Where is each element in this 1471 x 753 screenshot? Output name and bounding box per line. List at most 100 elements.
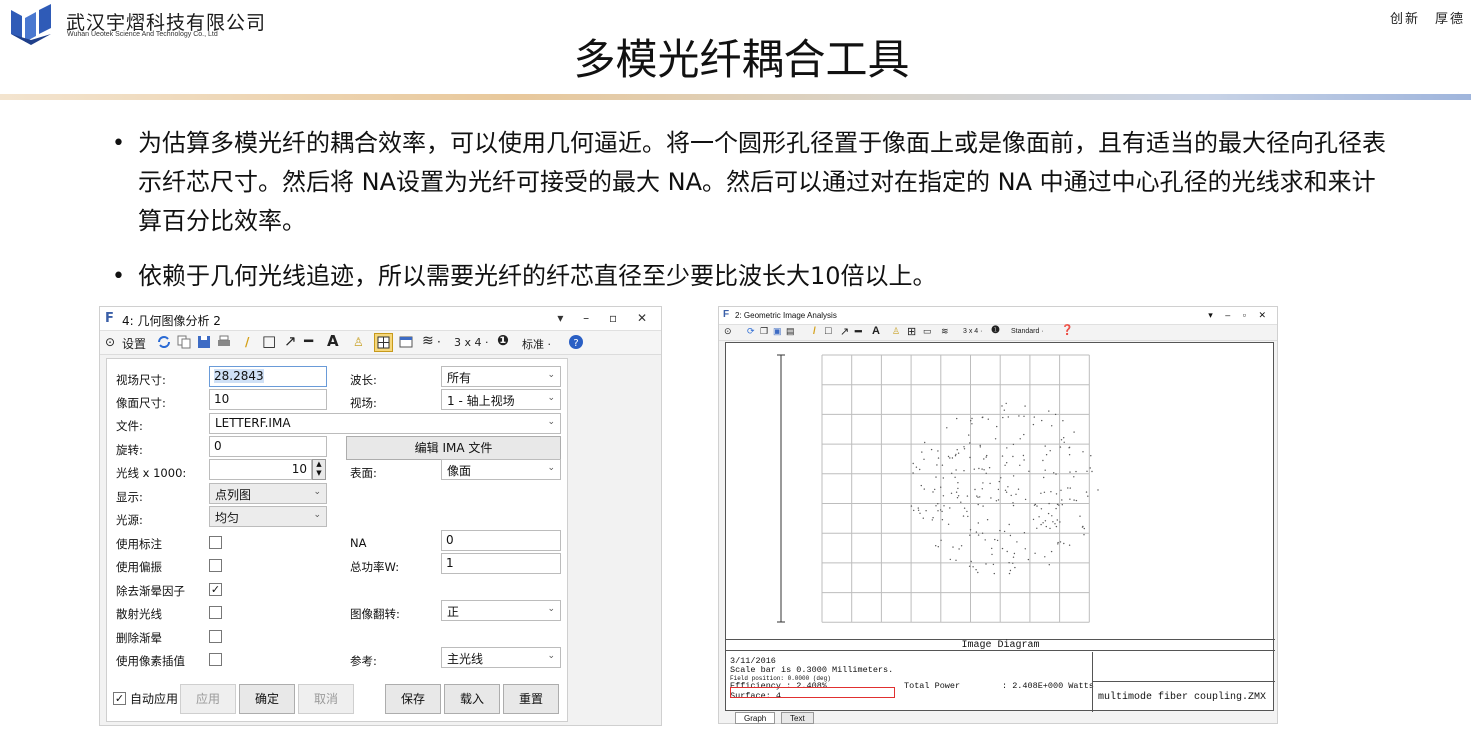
edit-ima-file-button[interactable]: 编辑 IMA 文件 <box>346 436 561 460</box>
arrow-icon[interactable]: ↗ <box>840 325 849 338</box>
ray-spot-point <box>1032 518 1035 521</box>
ray-spot-point <box>1032 423 1035 426</box>
collapse-settings-icon[interactable]: ⊙ <box>105 335 115 349</box>
spin-down-icon[interactable]: ▼ <box>313 469 325 478</box>
line-icon[interactable]: ━ <box>855 325 862 338</box>
arrow-icon[interactable]: ↗ <box>284 332 297 350</box>
layers-icon[interactable]: ≋ <box>422 333 434 349</box>
rays-spinner[interactable]: ▲ ▼ <box>312 459 326 480</box>
chevron-down-icon: ⌄ <box>547 370 555 380</box>
print-icon[interactable]: ▤ <box>786 326 795 337</box>
pixel-interp-checkbox[interactable] <box>209 653 222 666</box>
help-icon[interactable]: ❓ <box>1061 325 1073 336</box>
copy-icon[interactable] <box>176 334 192 350</box>
ray-spot-point <box>984 539 986 541</box>
ray-spot-point <box>1023 459 1025 461</box>
rays-input[interactable]: 10 <box>209 459 312 480</box>
delete-vignetting-checkbox[interactable] <box>209 630 222 643</box>
total-power-input[interactable]: 1 <box>441 553 561 574</box>
ok-button[interactable]: 确定 <box>239 684 295 714</box>
ray-spot-point <box>1003 409 1005 411</box>
ray-spot-point <box>1045 525 1047 528</box>
ray-spot-point <box>1043 476 1045 479</box>
ray-spot-point <box>1044 520 1047 522</box>
text-icon[interactable]: A <box>872 325 880 337</box>
collapse-settings-icon[interactable]: ⊙ <box>724 326 732 337</box>
ray-spot-point <box>1003 530 1006 533</box>
ray-spot-point <box>996 539 999 542</box>
source-dropdown[interactable]: 均匀 ⌄ <box>209 506 327 527</box>
ray-spot-point <box>993 572 995 575</box>
timer-icon[interactable]: ❶ <box>497 333 509 349</box>
ray-spot-point <box>1028 470 1030 472</box>
apply-button[interactable]: 应用 <box>180 684 236 714</box>
print-icon[interactable] <box>216 334 232 350</box>
auto-apply-checkbox[interactable]: ✓ <box>113 692 126 705</box>
display-dropdown[interactable]: 点列图 ⌄ <box>209 483 327 504</box>
rectangle-icon[interactable]: □ <box>262 332 276 350</box>
save-icon[interactable] <box>196 334 212 350</box>
ray-spot-point <box>1048 410 1050 412</box>
ray-spot-point <box>1012 443 1015 446</box>
rectangle-icon[interactable]: □ <box>825 325 832 337</box>
ray-spot-point <box>947 455 950 458</box>
window-layout-icon[interactable]: ▭ <box>923 326 932 337</box>
info-divider-horizontal <box>1092 681 1275 682</box>
file-dropdown[interactable]: LETTERF.IMA ⌄ <box>209 413 561 434</box>
field-size-input[interactable]: 28.2843 <box>209 366 327 387</box>
field-dropdown[interactable]: 1 - 轴上视场 ⌄ <box>441 389 561 410</box>
use-marker-checkbox[interactable] <box>209 536 222 549</box>
pencil-icon[interactable]: / <box>245 335 249 349</box>
dropdown-arrow-icon[interactable]: · <box>437 335 441 349</box>
window-controls[interactable]: ▾ – ▫ ✕ <box>557 311 655 325</box>
reference-dropdown[interactable]: 主光线 ⌄ <box>441 647 561 668</box>
ray-spot-point <box>1068 454 1071 456</box>
window-titlebar[interactable]: F 4: 几何图像分析 2 ▾ – ▫ ✕ <box>100 307 661 331</box>
rotation-label: 旋转: <box>116 443 143 457</box>
settings-button[interactable]: 设置 <box>122 335 146 352</box>
lock-icon[interactable]: ♙ <box>892 326 900 337</box>
na-input[interactable]: 0 <box>441 530 561 551</box>
standard-dropdown[interactable]: 标准 · <box>522 336 551 352</box>
text-icon[interactable]: A <box>327 332 339 350</box>
cancel-button[interactable]: 取消 <box>298 684 354 714</box>
ray-spot-point <box>942 477 944 479</box>
remove-vignetting-checkbox[interactable]: ✓ <box>209 583 222 596</box>
grid-size-dropdown[interactable]: 3 x 4 · <box>963 328 982 335</box>
grid-toggle-icon[interactable]: ⊞ <box>907 325 916 338</box>
image-flip-dropdown[interactable]: 正 ⌄ <box>441 600 561 621</box>
use-polarization-checkbox[interactable] <box>209 559 222 572</box>
surface-dropdown[interactable]: 像面 ⌄ <box>441 459 561 480</box>
refresh-icon[interactable]: ⟳ <box>747 326 755 337</box>
grid-toggle-icon[interactable] <box>374 333 393 352</box>
ray-spot-point <box>1024 548 1026 550</box>
layers-icon[interactable]: ≋ <box>941 326 949 337</box>
save-button[interactable]: 保存 <box>385 684 441 714</box>
use-polarization-label: 使用偏振 <box>116 560 162 574</box>
tab-graph[interactable]: Graph <box>735 712 776 724</box>
timer-icon[interactable]: ❶ <box>991 325 1000 336</box>
standard-dropdown[interactable]: Standard · <box>1011 328 1044 335</box>
lock-icon[interactable]: ♙ <box>353 335 364 349</box>
spin-up-icon[interactable]: ▲ <box>313 460 325 469</box>
window-layout-icon[interactable] <box>398 334 414 350</box>
tab-text[interactable]: Text <box>781 712 814 724</box>
reset-button[interactable]: 重置 <box>503 684 559 714</box>
save-icon[interactable]: ▣ <box>773 326 782 337</box>
pencil-icon[interactable]: / <box>813 326 816 337</box>
rotation-input[interactable]: 0 <box>209 436 327 457</box>
ray-spot-point <box>1008 523 1010 526</box>
image-size-input[interactable]: 10 <box>209 389 327 410</box>
help-icon[interactable]: ? <box>568 334 584 350</box>
refresh-icon[interactable] <box>156 334 172 350</box>
load-button[interactable]: 载入 <box>444 684 500 714</box>
grid-size-dropdown[interactable]: 3 x 4 · <box>454 336 489 349</box>
wavelength-dropdown[interactable]: 所有 ⌄ <box>441 366 561 387</box>
copy-icon[interactable]: ❐ <box>760 326 768 337</box>
window-titlebar[interactable]: F 2: Geometric Image Analysis ▾ – ▫ ✕ <box>719 307 1277 325</box>
line-icon[interactable]: ━ <box>304 332 313 350</box>
ray-spot-point <box>955 469 957 471</box>
window-controls[interactable]: ▾ – ▫ ✕ <box>1208 310 1271 321</box>
scatter-rays-checkbox[interactable] <box>209 606 222 619</box>
ray-spot-point <box>954 455 957 457</box>
